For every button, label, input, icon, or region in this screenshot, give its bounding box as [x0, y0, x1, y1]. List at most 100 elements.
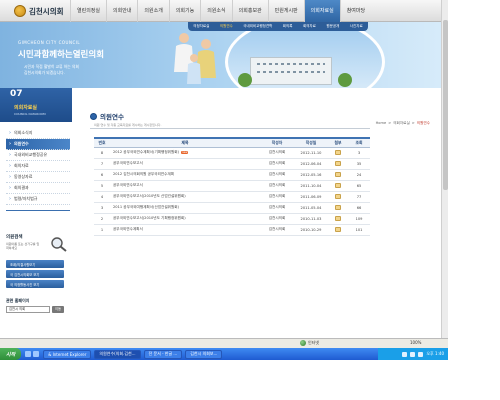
row-title-link[interactable]: 공무국외연수보고서(2010년도 기획행정위원회)	[113, 216, 186, 220]
attachment-file-icon[interactable]	[335, 193, 341, 199]
attachment-file-icon[interactable]	[335, 226, 341, 232]
column-header-author: 작성자	[260, 137, 294, 148]
related-sites-select[interactable]: 김천시 의회	[6, 306, 50, 313]
row-date: 2011-05-04	[294, 202, 328, 214]
column-header-title: 제목	[110, 137, 260, 148]
top-navigation: 김천시의회 열린의정실 의회안내 의원소개 의회기능 의원소식 의회홍보관 민원…	[0, 0, 448, 22]
council-newsletter-button[interactable]: 국 김천시의회보 보기	[6, 270, 64, 278]
menu-item[interactable]: 의회홍보관	[231, 0, 268, 22]
vertical-scrollbar[interactable]	[441, 0, 448, 338]
sidebar-item[interactable]: 법령/자치법규	[6, 194, 70, 205]
activity-photos-button[interactable]: 국 의정활동사진 보기	[6, 280, 64, 288]
row-title-link[interactable]: 2012 김천시의회의원 공무국외연수계획	[113, 172, 174, 176]
menu-item[interactable]: 의원소식	[200, 0, 231, 22]
table-row[interactable]: 2 공무국외연수보고서(2010년도 기획행정위원회) 김천시의회 2010-1…	[94, 213, 370, 225]
attachment-file-icon[interactable]	[335, 171, 341, 177]
row-attachment	[328, 202, 348, 214]
logo-text: 김천시의회	[29, 6, 64, 16]
zoom-level[interactable]: 100%	[410, 340, 421, 345]
clock[interactable]: 오후 1:40	[426, 351, 444, 357]
sidebar: 07 의회자료실 COUNCIL DATAROOM 의회소식지 의원연수 국내외…	[0, 88, 72, 338]
ordinance-link-button[interactable]: 조례/의결사항보기	[6, 260, 64, 268]
row-number: 1	[94, 224, 110, 236]
subnav-item[interactable]: 의정자료실	[193, 24, 209, 29]
menu-item[interactable]: 열린의정실	[70, 0, 106, 22]
sidebar-item[interactable]: 회의자료	[6, 161, 70, 172]
table-row[interactable]: 6 2012 김천시의회의원 공무국외연수계획 김천시의회 2012-05-16…	[94, 169, 370, 181]
windows-taskbar: 시작 & Internet Explorer 의원연수(의회.김천... 전 문…	[0, 348, 448, 360]
row-attachment	[328, 224, 348, 236]
section-number: 07	[10, 89, 23, 99]
menu-item[interactable]: 참여마당	[339, 0, 371, 22]
section-badge: 07 의회자료실 COUNCIL DATAROOM	[0, 88, 72, 122]
tray-icon[interactable]	[402, 351, 408, 357]
menu-item[interactable]: 의원소개	[137, 0, 168, 22]
tray-icon[interactable]	[410, 351, 416, 357]
row-author: 김천시의회	[260, 224, 294, 236]
row-number: 3	[94, 202, 110, 214]
row-date: 2012-11-10	[294, 147, 328, 159]
quick-launch-icon[interactable]	[33, 351, 40, 357]
tray-icon[interactable]	[418, 351, 424, 357]
row-author: 김천시의회	[260, 202, 294, 214]
menu-item[interactable]: 의회안내	[106, 0, 137, 22]
attachment-file-icon[interactable]	[335, 182, 341, 188]
divider	[6, 210, 70, 211]
taskbar-button-active[interactable]: 의원연수(의회.김천...	[94, 349, 141, 359]
sidebar-item-active[interactable]: 의원연수	[6, 139, 70, 150]
taskbar-button[interactable]: & Internet Explorer	[43, 349, 92, 359]
row-views: 3	[348, 147, 370, 159]
row-title-link[interactable]: 2012 공무국외연수계획서(기획행정위원회)	[113, 150, 179, 154]
sidebar-item[interactable]: 동영상자료	[6, 172, 70, 183]
member-search-box: 의원검색 의원이름 또는 선거구를 입력하세요	[6, 234, 68, 256]
row-number: 2	[94, 213, 110, 225]
sidebar-item[interactable]: 국내외비교행정공유	[6, 150, 70, 161]
browser-viewport: 김천시의회 열린의정실 의회안내 의원소개 의회기능 의원소식 의회홍보관 민원…	[0, 0, 448, 338]
row-title-link[interactable]: 공무국외연수보고서	[113, 183, 143, 187]
table-row[interactable]: 7 공무국외연수보고서 김천시의회 2012-06-04 35	[94, 158, 370, 170]
attachment-file-icon[interactable]	[335, 204, 341, 210]
sidebar-item[interactable]: 의회소식지	[6, 128, 70, 139]
scrollbar-thumb[interactable]	[443, 20, 448, 190]
taskbar-button[interactable]: 김천시 의회보...	[185, 349, 223, 359]
row-views: 101	[348, 224, 370, 236]
menu-item-active[interactable]: 의회자료실	[303, 0, 340, 22]
row-title-link[interactable]: 공무국외연수보고서(2010년도 산업건설위원회)	[113, 194, 186, 198]
table-row[interactable]: 3 2011 공무국외여행계획서(산업건설위원회) 김천시의회 2011-05-…	[94, 202, 370, 214]
row-title-link[interactable]: 공무국외연수계획서	[113, 227, 143, 231]
subnav-item[interactable]: 회의자료	[303, 24, 316, 29]
menu-item[interactable]: 의회기능	[168, 0, 200, 22]
table-row[interactable]: 4 공무국외연수보고서(2010년도 산업건설위원회) 김천시의회 2011-0…	[94, 191, 370, 203]
row-date: 2011-10-04	[294, 180, 328, 192]
start-button[interactable]: 시작	[0, 348, 22, 360]
tree-icon	[338, 73, 352, 87]
attachment-file-icon[interactable]	[335, 160, 341, 166]
breadcrumb: Home > 의회자료실 > 의원연수	[376, 121, 430, 126]
taskbar-button[interactable]: 전 문서 - 한글 ...	[143, 349, 183, 359]
subnav-item[interactable]: 사진자료	[350, 24, 363, 29]
table-row[interactable]: 8 2012 공무국외연수계획서(기획행정위원회) new 김천시의회 2012-…	[94, 147, 370, 159]
row-title-link[interactable]: 2011 공무국외여행계획서(산업건설위원회)	[113, 205, 179, 209]
column-header-number: 번호	[94, 137, 110, 148]
magnifier-icon[interactable]	[50, 236, 68, 252]
table-row[interactable]: 5 공무국외연수보고서 김천시의회 2011-10-04 65	[94, 180, 370, 192]
subnav-item[interactable]: 국내외비교행정견학	[243, 24, 272, 29]
row-title-link[interactable]: 공무국외연수보고서	[113, 161, 143, 165]
subnav-item[interactable]: 회의록	[283, 24, 293, 29]
row-date: 2011-06-09	[294, 191, 328, 203]
subnav-item[interactable]: 원문공개	[326, 24, 339, 29]
breadcrumb-item[interactable]: 의회자료실	[393, 121, 410, 126]
people-illustration-icon	[174, 33, 216, 84]
go-button[interactable]: 이동	[52, 306, 64, 313]
subnav-item-active[interactable]: 의원연수	[220, 24, 233, 29]
row-number: 6	[94, 169, 110, 181]
sidebar-item[interactable]: 회의결과	[6, 183, 70, 194]
attachment-file-icon[interactable]	[335, 215, 341, 221]
menu-item[interactable]: 민원게시판	[267, 0, 304, 22]
quick-launch-icon[interactable]	[25, 351, 32, 357]
attachment-file-icon[interactable]	[335, 149, 341, 155]
site-logo[interactable]: 김천시의회	[14, 3, 64, 19]
table-row[interactable]: 1 공무국외연수계획서 김천시의회 2010-10-29 101	[94, 224, 370, 236]
row-number: 7	[94, 158, 110, 170]
breadcrumb-home[interactable]: Home	[376, 121, 387, 126]
